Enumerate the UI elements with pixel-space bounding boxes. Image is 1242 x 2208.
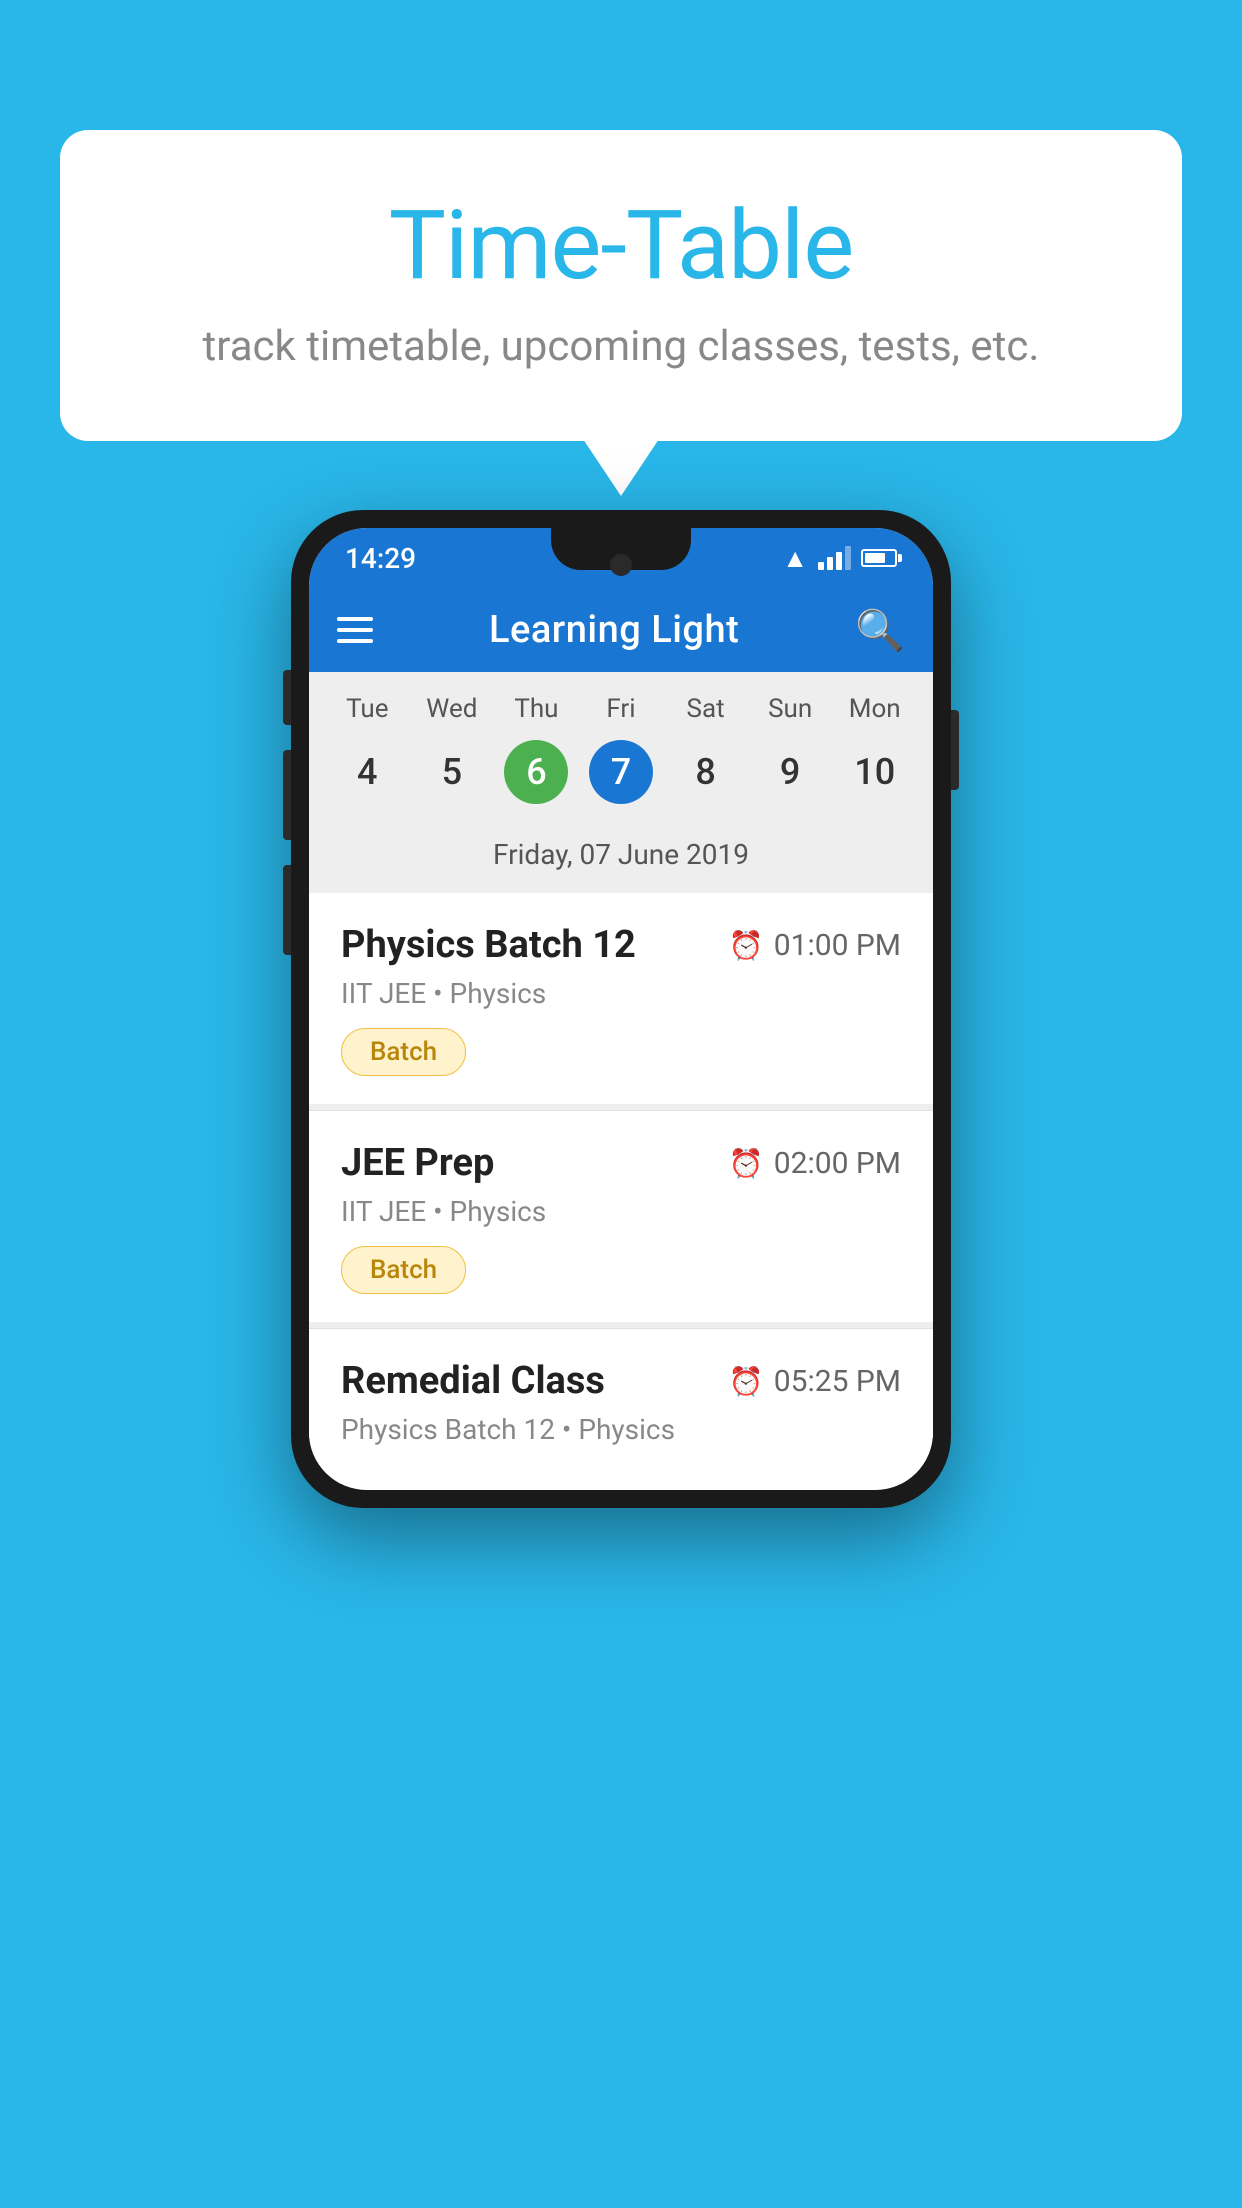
app-title: Learning Light — [489, 608, 739, 652]
schedule-time-3: ⏰ 05:25 PM — [729, 1364, 901, 1399]
schedule-subtitle-2: IIT JEE • Physics — [341, 1195, 901, 1228]
calendar-section: Tue Wed Thu Fri Sat Sun Mon 4 5 — [309, 672, 933, 893]
phone-power-button — [951, 710, 959, 790]
bubble-title: Time-Table — [140, 190, 1102, 302]
speech-bubble: Time-Table track timetable, upcoming cla… — [60, 130, 1182, 441]
phone-wrapper: 14:29 ▲ — [291, 510, 951, 1508]
schedule-item-3-header: Remedial Class ⏰ 05:25 PM — [341, 1359, 901, 1403]
day-tue: Tue — [325, 694, 410, 724]
schedule-item-1-header: Physics Batch 12 ⏰ 01:00 PM — [341, 923, 901, 967]
date-5[interactable]: 5 — [410, 740, 495, 804]
day-sat: Sat — [663, 694, 748, 724]
schedule-title-2: JEE Prep — [341, 1141, 494, 1185]
schedule-item-2[interactable]: JEE Prep ⏰ 02:00 PM IIT JEE • Physics Ba… — [309, 1111, 933, 1322]
hamburger-menu-button[interactable] — [337, 617, 373, 643]
days-header: Tue Wed Thu Fri Sat Sun Mon — [309, 672, 933, 732]
status-time: 14:29 — [345, 542, 416, 575]
time-label-1: 01:00 PM — [774, 928, 901, 963]
phone-screen: 14:29 ▲ — [309, 528, 933, 1490]
speech-bubble-section: Time-Table track timetable, upcoming cla… — [60, 130, 1182, 441]
schedule-time-2: ⏰ 02:00 PM — [729, 1146, 901, 1181]
phone-frame: 14:29 ▲ — [291, 510, 951, 1508]
time-label-2: 02:00 PM — [774, 1146, 901, 1181]
schedule-item-2-header: JEE Prep ⏰ 02:00 PM — [341, 1141, 901, 1185]
day-mon: Mon — [832, 694, 917, 724]
schedule-item-1[interactable]: Physics Batch 12 ⏰ 01:00 PM IIT JEE • Ph… — [309, 893, 933, 1104]
hamburger-line-3 — [337, 639, 373, 643]
phone-vol-down-button — [283, 865, 291, 955]
phone-notch — [551, 528, 691, 570]
date-7-selected[interactable]: 7 — [579, 740, 664, 804]
phone-camera — [610, 554, 632, 576]
schedule-list: Physics Batch 12 ⏰ 01:00 PM IIT JEE • Ph… — [309, 893, 933, 1484]
date-9[interactable]: 9 — [748, 740, 833, 804]
day-thu: Thu — [494, 694, 579, 724]
clock-icon-2: ⏰ — [729, 1147, 764, 1180]
search-button[interactable]: 🔍 — [855, 607, 905, 654]
hamburger-line-1 — [337, 617, 373, 621]
phone-vol-up-button — [283, 750, 291, 840]
hamburger-line-2 — [337, 628, 373, 632]
status-icons: ▲ — [782, 543, 897, 574]
schedule-subtitle-3: Physics Batch 12 • Physics — [341, 1413, 901, 1446]
date-8[interactable]: 8 — [663, 740, 748, 804]
dates-row: 4 5 6 7 8 9 — [309, 732, 933, 826]
batch-badge-1: Batch — [341, 1028, 466, 1076]
date-4[interactable]: 4 — [325, 740, 410, 804]
battery-icon — [861, 549, 897, 567]
day-fri: Fri — [579, 694, 664, 724]
bubble-subtitle: track timetable, upcoming classes, tests… — [140, 322, 1102, 371]
schedule-item-3[interactable]: Remedial Class ⏰ 05:25 PM Physics Batch … — [309, 1329, 933, 1484]
date-6-today[interactable]: 6 — [494, 740, 579, 804]
selected-date-label: Friday, 07 June 2019 — [309, 826, 933, 893]
schedule-title-3: Remedial Class — [341, 1359, 605, 1403]
date-10[interactable]: 10 — [832, 740, 917, 804]
clock-icon-3: ⏰ — [729, 1365, 764, 1398]
schedule-time-1: ⏰ 01:00 PM — [729, 928, 901, 963]
signal-bars-icon — [818, 546, 851, 570]
time-label-3: 05:25 PM — [774, 1364, 901, 1399]
wifi-icon: ▲ — [782, 543, 808, 574]
batch-badge-2: Batch — [341, 1246, 466, 1294]
schedule-subtitle-1: IIT JEE • Physics — [341, 977, 901, 1010]
day-wed: Wed — [410, 694, 495, 724]
clock-icon-1: ⏰ — [729, 929, 764, 962]
app-toolbar: Learning Light 🔍 — [309, 588, 933, 672]
schedule-title-1: Physics Batch 12 — [341, 923, 636, 967]
phone-mute-button — [283, 670, 291, 725]
day-sun: Sun — [748, 694, 833, 724]
